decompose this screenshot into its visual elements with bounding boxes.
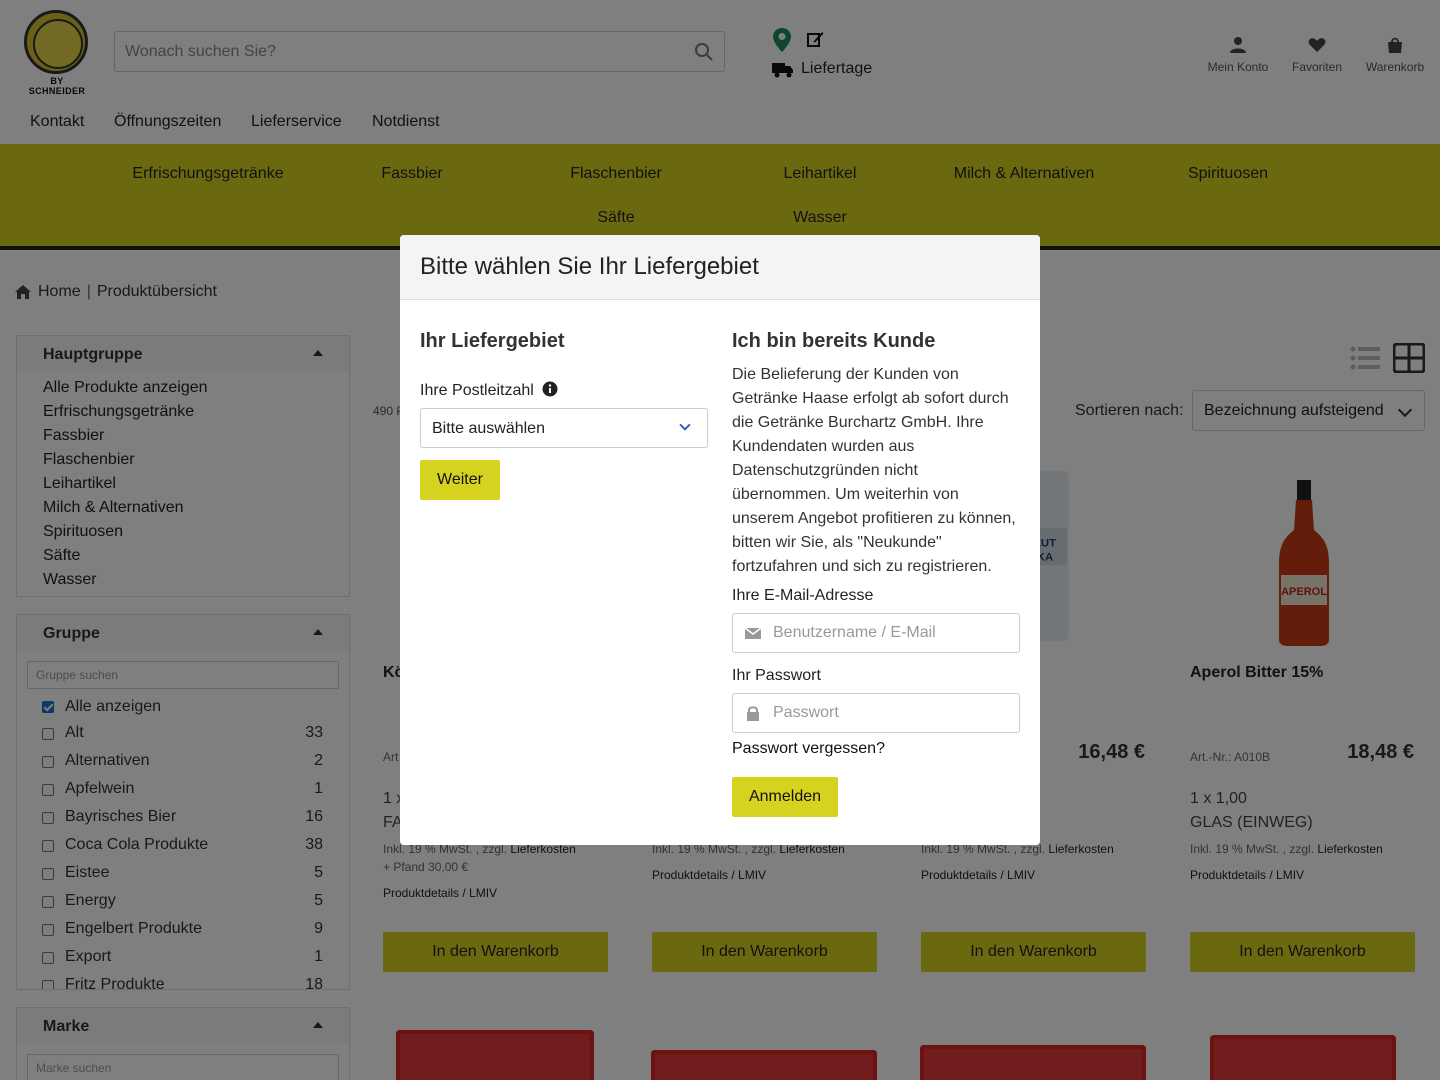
- migration-info-text: Die Belieferung der Kunden von Getränke …: [732, 366, 1016, 575]
- delivery-area-modal: Bitte wählen Sie Ihr Liefergebiet Ihr Li…: [400, 235, 1040, 845]
- plz-label-row: Ihre Postleitzahl: [420, 381, 708, 400]
- email-input[interactable]: [773, 614, 1013, 652]
- existing-customer-section: Ich bin bereits Kunde Die Belieferung de…: [732, 330, 1020, 817]
- password-input[interactable]: [773, 694, 1013, 732]
- forgot-password-link[interactable]: Passwort vergessen?: [732, 740, 1020, 758]
- modal-title: Bitte wählen Sie Ihr Liefergebiet: [400, 235, 1040, 300]
- email-label: Ihre E-Mail-Adresse: [732, 587, 874, 604]
- existing-customer-heading: Ich bin bereits Kunde: [732, 330, 936, 352]
- postcode-select-value: Bitte auswählen: [432, 420, 545, 437]
- info-icon[interactable]: [542, 381, 558, 397]
- continue-button[interactable]: Weiter: [420, 460, 500, 500]
- email-field: [732, 613, 1020, 653]
- login-button[interactable]: Anmelden: [732, 777, 838, 817]
- plz-label: Ihre Postleitzahl: [420, 382, 534, 399]
- password-field: [732, 693, 1020, 733]
- delivery-area-heading: Ihr Liefergebiet: [420, 330, 565, 352]
- lock-icon: [747, 706, 759, 721]
- delivery-area-section: Ihr Liefergebiet Ihre Postleitzahl Bitte…: [420, 330, 708, 500]
- chevron-down-icon: [679, 419, 691, 431]
- envelope-icon: [745, 627, 761, 639]
- password-label: Ihr Passwort: [732, 667, 821, 684]
- postcode-select[interactable]: Bitte auswählen: [420, 408, 708, 448]
